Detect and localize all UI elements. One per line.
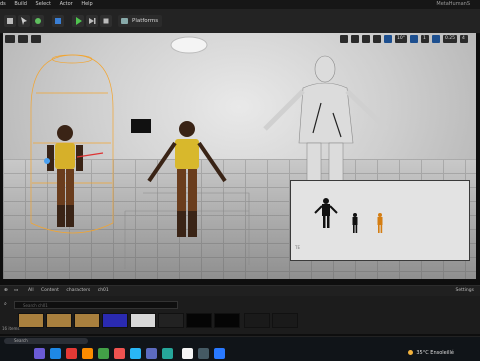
search-input[interactable]: Search ch01 [14, 301, 178, 309]
asset-thumbnail[interactable] [130, 313, 156, 328]
asset-thumbnail[interactable] [102, 313, 128, 328]
app-icon[interactable] [130, 348, 141, 359]
asset-thumbnail[interactable] [158, 313, 184, 328]
camera-preview-inset[interactable]: TE [290, 180, 470, 261]
skip-icon[interactable] [86, 15, 98, 27]
platforms-dropdown[interactable]: Platforms [118, 15, 163, 27]
app-icon[interactable] [66, 348, 77, 359]
character-selected [44, 125, 104, 227]
breadcrumb-ch01[interactable]: ch01 [98, 288, 109, 293]
weather-widget[interactable]: 35°C Ensoleillé [408, 350, 454, 356]
camera-actor [131, 119, 151, 133]
menu-item-help[interactable]: Help [81, 1, 92, 7]
preview-tag: TE [295, 245, 300, 250]
taskbar-search-input[interactable]: Search [4, 338, 88, 344]
add-icon[interactable]: ⊕ [4, 286, 8, 296]
app-icon[interactable] [34, 348, 45, 359]
app-icon[interactable] [98, 348, 109, 359]
asset-thumbnail[interactable] [18, 313, 44, 328]
app-icon[interactable] [50, 348, 61, 359]
select-mode-icon[interactable] [18, 15, 30, 27]
bounding-box-frame [124, 192, 250, 269]
character-middle [147, 121, 227, 237]
app-icon[interactable] [82, 348, 93, 359]
app-icon[interactable] [114, 348, 125, 359]
play-icon[interactable] [72, 15, 84, 27]
asset-thumbnail[interactable] [272, 313, 298, 328]
asset-thumbnail[interactable] [186, 313, 212, 328]
breadcrumb-content[interactable]: Content [41, 288, 59, 293]
add-actor-icon[interactable] [32, 15, 44, 27]
breadcrumb-all[interactable]: All [28, 288, 34, 293]
asset-thumbnail[interactable] [46, 313, 72, 328]
menu-item-window[interactable]: ds [0, 1, 6, 7]
os-taskbar: Search 35°C Ensoleillé [0, 336, 480, 361]
search-icon: ⌕ [4, 301, 7, 307]
unreal-engine-icon[interactable] [182, 348, 193, 359]
blueprint-icon[interactable] [52, 15, 64, 27]
settings-button[interactable]: Settings [456, 286, 474, 296]
preview-render [314, 198, 383, 233]
folder-icon[interactable]: ▭ [14, 286, 18, 296]
app-icon[interactable] [198, 348, 209, 359]
main-toolbar: Platforms [0, 9, 480, 34]
content-browser-header: ⊕ ▭ All Content characters ch01 Settings [0, 286, 480, 296]
breadcrumb: All Content characters ch01 [28, 286, 115, 296]
menu-item-build[interactable]: Build [14, 1, 27, 7]
menu-item-select[interactable]: Select [36, 1, 51, 7]
stop-icon[interactable] [100, 15, 112, 27]
content-browser: ⊕ ▭ All Content characters ch01 Settings… [0, 285, 480, 334]
asset-thumbnail[interactable] [244, 313, 270, 328]
asset-thumbnail[interactable] [214, 313, 240, 328]
save-icon[interactable] [4, 15, 16, 27]
breadcrumb-characters[interactable]: characters [66, 288, 90, 293]
menu-item-actor[interactable]: Actor [60, 1, 73, 7]
app-icon[interactable] [214, 348, 225, 359]
mannequin [263, 55, 389, 184]
menu-bar: ds Build Select Actor Help MetaHumanS [0, 0, 480, 9]
asset-thumbnail[interactable] [74, 313, 100, 328]
app-icon[interactable] [146, 348, 157, 359]
item-count: 16 items [2, 326, 20, 331]
content-browser-filters: ⌕ Search ch01 [0, 300, 480, 310]
project-name: MetaHumanS [436, 1, 470, 7]
app-icon[interactable] [162, 348, 173, 359]
